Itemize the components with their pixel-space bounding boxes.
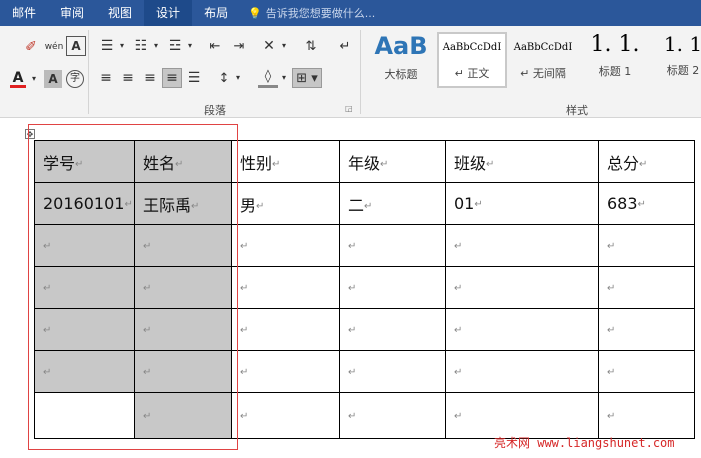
shading-dropdown-icon[interactable]: ▾ [280, 72, 288, 84]
chinese-layout-icon[interactable]: ✕ [258, 36, 280, 56]
tab-mailings[interactable]: 邮件 [0, 0, 48, 26]
tab-view[interactable]: 视图 [96, 0, 144, 26]
table-cell[interactable]: ↵ [231, 392, 340, 439]
table-cell[interactable]: ↵ [231, 308, 340, 351]
table-cell[interactable]: ↵ [231, 266, 340, 309]
table-cell[interactable]: ↵ [598, 308, 695, 351]
style-heading-2[interactable]: 1. 1 标题 2 [651, 32, 701, 88]
align-left-icon[interactable]: ≡ [96, 68, 116, 88]
table-cell[interactable]: 性别↵ [231, 140, 340, 183]
character-shading-icon[interactable]: A [44, 70, 62, 88]
table-cell[interactable]: 男↵ [231, 182, 340, 225]
paragraph-group-label: 段落 [204, 104, 226, 117]
bullets-icon[interactable]: ☰ [96, 36, 118, 56]
numbering-dropdown-icon[interactable]: ▾ [152, 40, 160, 52]
table-cell[interactable]: ↵ [445, 266, 599, 309]
font-color-button[interactable]: A [10, 70, 26, 88]
tab-layout[interactable]: 布局 [192, 0, 240, 26]
table-cell[interactable]: ↵ [598, 224, 695, 267]
ribbon-tab-bar: 邮件 审阅 视图 设计 布局 💡 告诉我您想要做什么... [0, 0, 701, 26]
numbering-icon[interactable]: ☷ [130, 36, 152, 56]
tab-design[interactable]: 设计 [144, 0, 193, 26]
increase-indent-icon[interactable]: ⇥ [228, 36, 250, 56]
table-cell[interactable]: 二↵ [339, 182, 446, 225]
multilevel-list-icon[interactable]: ☲ [164, 36, 186, 56]
clear-formatting-icon[interactable]: ✐ [22, 38, 40, 56]
paragraph-launcher-icon[interactable]: ◲ [345, 104, 353, 113]
table-cell[interactable]: ↵ [339, 266, 446, 309]
font-color-dropdown-icon[interactable]: ▾ [30, 74, 38, 84]
style-heading-1[interactable]: 1. 1. 标题 1 [580, 32, 650, 88]
lightbulb-icon: 💡 [248, 6, 262, 20]
table-cell[interactable]: 01↵ [445, 182, 599, 225]
table-cell[interactable]: ↵ [598, 350, 695, 393]
table-cell[interactable]: ↵ [231, 224, 340, 267]
borders-icon[interactable]: ⊞ ▾ [292, 68, 322, 88]
align-center-icon[interactable]: ≡ [118, 68, 138, 88]
table-cell[interactable]: ↵ [339, 224, 446, 267]
styles-group-label: 样式 [566, 104, 588, 117]
shading-icon[interactable]: ◊ [258, 68, 278, 88]
tab-review[interactable]: 审阅 [48, 0, 96, 26]
table-cell[interactable]: 班级↵ [445, 140, 599, 183]
table-cell[interactable]: ↵ [339, 392, 446, 439]
line-spacing-icon[interactable]: ↕ [214, 68, 234, 88]
tell-me-text: 告诉我您想要做什么... [265, 7, 376, 20]
document-area[interactable]: ✥ 学号↵ 姓名↵ 性别↵ 年级↵ 班级↵ 总分↵ 20160101↵ 王际禹↵… [0, 118, 701, 458]
justify-icon[interactable]: ≡ [162, 68, 182, 88]
line-spacing-dropdown-icon[interactable]: ▾ [234, 72, 242, 84]
table-cell[interactable]: ↵ [445, 224, 599, 267]
bullets-dropdown-icon[interactable]: ▾ [118, 40, 126, 52]
decrease-indent-icon[interactable]: ⇤ [204, 36, 226, 56]
table-cell[interactable]: ↵ [598, 266, 695, 309]
show-marks-icon[interactable]: ↵ [334, 36, 356, 56]
table-cell[interactable]: ↵ [231, 350, 340, 393]
table-cell[interactable]: ↵ [445, 308, 599, 351]
table-cell[interactable]: ↵ [598, 392, 695, 439]
phonetic-guide-icon[interactable]: wén [44, 36, 64, 58]
table-cell[interactable]: 总分↵ [598, 140, 695, 183]
table-cell[interactable]: ↵ [339, 308, 446, 351]
table-cell[interactable]: ↵ [339, 350, 446, 393]
ribbon-body: ✐ wén A A ▾ A 字 ☰ ▾ ☷ ▾ ☲ ▾ ⇤ ⇥ ✕ ▾ ⇅ ↵ … [0, 26, 701, 118]
enclose-characters-icon[interactable]: 字 [66, 70, 84, 88]
tell-me-box[interactable]: 💡 告诉我您想要做什么... [248, 5, 375, 21]
table-cell[interactable]: ↵ [445, 350, 599, 393]
style-no-spacing[interactable]: AaBbCcDdI ↵ 无间隔 [508, 32, 578, 88]
distributed-icon[interactable]: ☰ [184, 68, 204, 88]
table-cell[interactable]: 年级↵ [339, 140, 446, 183]
table-cell[interactable]: 683↵ [598, 182, 695, 225]
chinese-layout-dropdown-icon[interactable]: ▾ [280, 40, 288, 52]
watermark: 亮术网 www.liangshunet.com [494, 436, 675, 450]
style-title[interactable]: AaB 大标题 [366, 32, 436, 88]
style-normal[interactable]: AaBbCcDdI ↵ 正文 [437, 32, 507, 88]
table-cell[interactable]: ↵ [445, 392, 599, 439]
character-border-icon[interactable]: A [66, 36, 86, 56]
sort-icon[interactable]: ⇅ [300, 36, 322, 56]
align-right-icon[interactable]: ≡ [140, 68, 160, 88]
selection-highlight-box [28, 124, 238, 450]
multilevel-dropdown-icon[interactable]: ▾ [186, 40, 194, 52]
